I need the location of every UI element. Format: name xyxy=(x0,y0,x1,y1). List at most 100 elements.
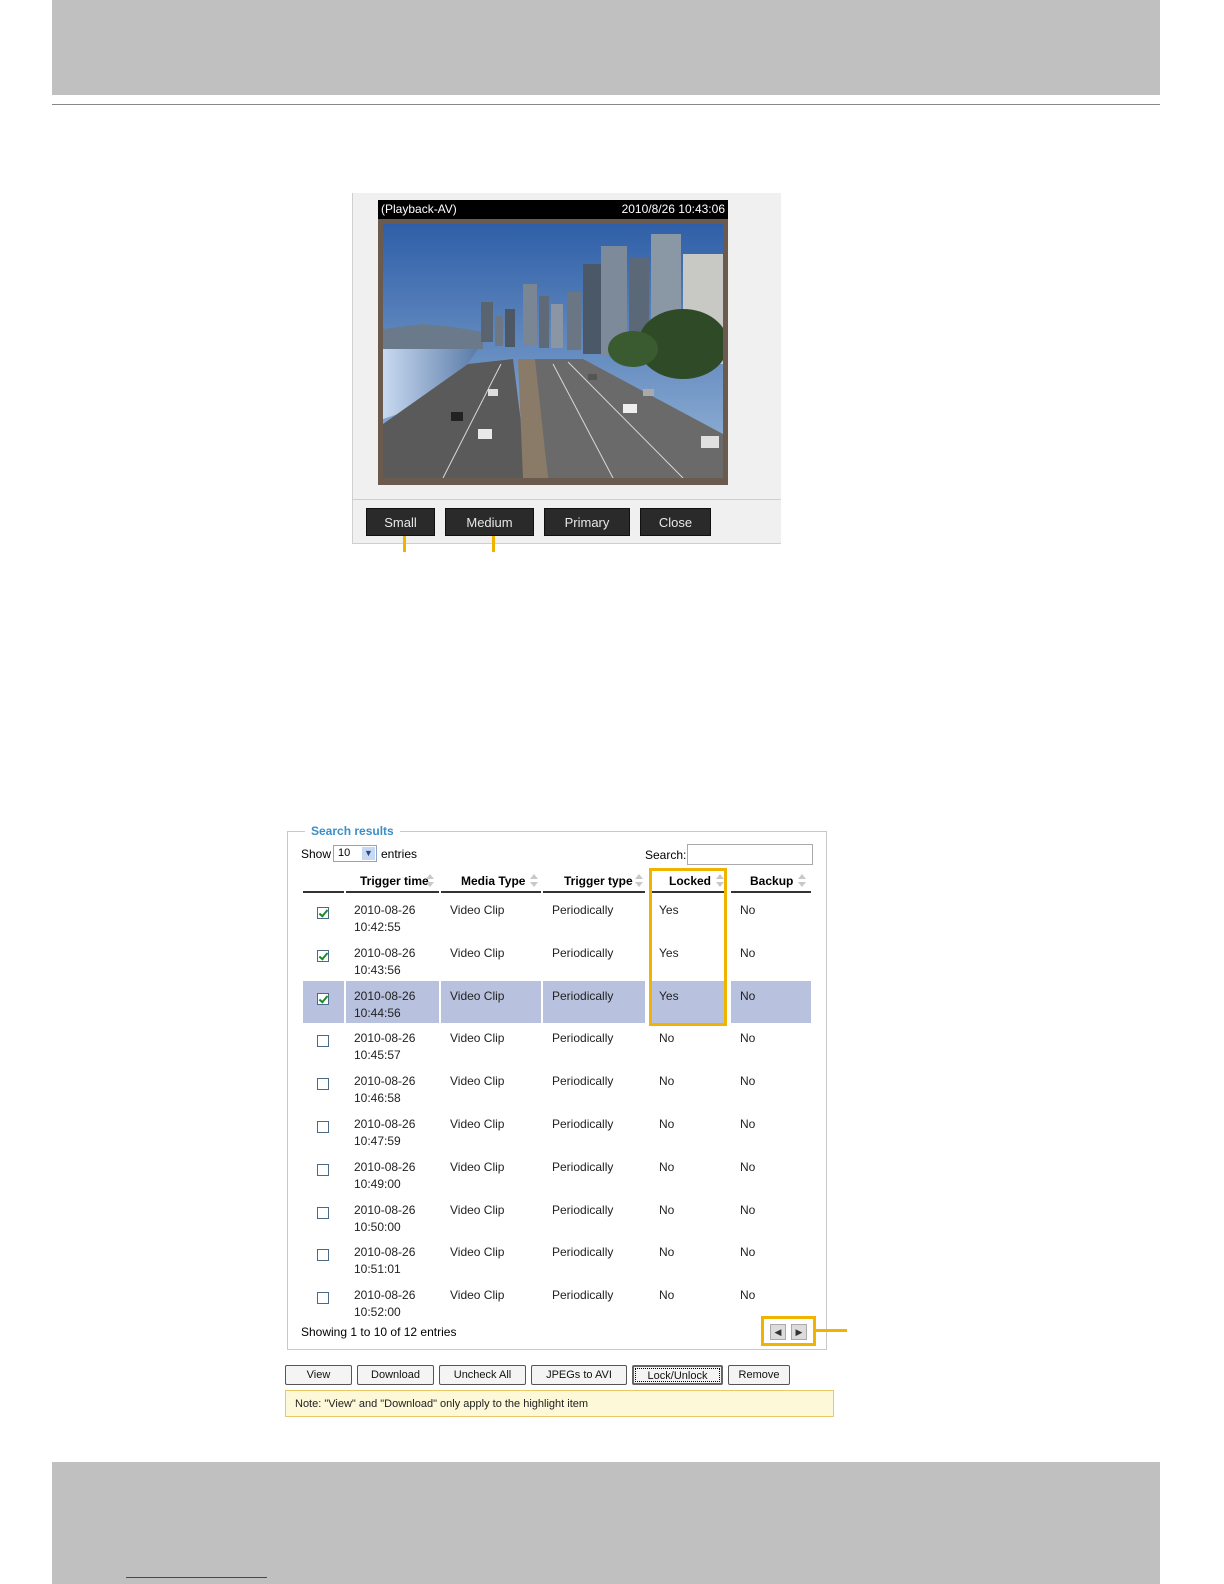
cell-media-type: Video Clip xyxy=(450,1117,505,1131)
cell-backup: No xyxy=(740,988,756,1003)
header-backup[interactable]: Backup xyxy=(750,872,793,890)
row-checkbox[interactable] xyxy=(317,1206,329,1219)
chevron-down-icon: ▼ xyxy=(362,847,375,860)
footer-link-underline[interactable] xyxy=(126,1577,267,1578)
header-rule xyxy=(543,891,645,893)
video-frame xyxy=(378,219,728,485)
entries-select[interactable]: 10 ▼ xyxy=(333,845,377,862)
video-image xyxy=(383,224,723,478)
table-row[interactable]: 2010-08-26 10:45:57 Video Clip Periodically… xyxy=(303,1023,811,1065)
close-button[interactable]: Close xyxy=(640,508,711,536)
header-rule xyxy=(441,891,541,893)
pager-callout-line xyxy=(816,1329,847,1332)
header-rule xyxy=(52,104,1160,105)
medium-callout-line xyxy=(492,536,495,552)
cell-trigger-date: 2010-08-26 xyxy=(354,1159,416,1174)
cell-trigger-time: 10:44:56 xyxy=(354,1005,401,1020)
search-label: Search: xyxy=(645,848,687,862)
cell-trigger-date: 2010-08-26 xyxy=(354,1074,416,1089)
sort-icon[interactable] xyxy=(798,874,806,888)
playback-timestamp: 2010/8/26 10:43:06 xyxy=(621,202,725,216)
table-row[interactable]: 2010-08-26 10:51:01 Video Clip Periodically… xyxy=(303,1237,811,1279)
playback-separator xyxy=(353,499,781,500)
download-button[interactable]: Download xyxy=(357,1365,434,1385)
cell-media-type: Video Clip xyxy=(450,1245,505,1260)
cell-trigger-time: 10:43:56 xyxy=(354,962,401,977)
jpegs-to-avi-button[interactable]: JPEGs to AVI xyxy=(531,1365,627,1385)
cell-locked: No xyxy=(659,1117,675,1131)
previous-page-icon[interactable]: ◀ xyxy=(770,1324,786,1340)
row-checkbox[interactable] xyxy=(317,1121,329,1133)
cell-trigger-date: 2010-08-26 xyxy=(354,1031,416,1046)
search-results-legend: Search results xyxy=(305,824,400,838)
medium-button[interactable]: Medium xyxy=(445,508,534,536)
cell-trigger-type: Periodically xyxy=(552,1288,614,1303)
cell-backup: No xyxy=(740,1288,756,1303)
primary-button[interactable]: Primary xyxy=(544,508,630,536)
table-row[interactable]: 2010-08-26 10:43:56 Video Clip Periodically… xyxy=(303,938,811,980)
sort-icon[interactable] xyxy=(426,874,434,888)
table-row[interactable]: 2010-08-26 10:42:55 Video Clip Periodically… xyxy=(303,895,811,937)
table-row[interactable]: 2010-08-26 10:44:56 Video Clip Periodically… xyxy=(303,980,811,1023)
table-row[interactable]: 2010-08-26 10:49:00 Video Clip Periodically… xyxy=(303,1152,811,1194)
cell-locked: No xyxy=(659,1202,675,1217)
cell-trigger-date: 2010-08-26 xyxy=(354,945,416,960)
cell-trigger-type: Periodically xyxy=(552,1074,614,1089)
cell-trigger-time: 10:45:57 xyxy=(354,1048,401,1063)
row-checkbox[interactable] xyxy=(317,1035,329,1048)
playback-window: (Playback-AV) 2010/8/26 10:43:06 Small M… xyxy=(352,193,781,544)
cell-backup: No xyxy=(740,945,756,960)
row-checkbox[interactable] xyxy=(317,907,329,919)
next-page-icon[interactable]: ▶ xyxy=(791,1324,807,1340)
entries-select-value: 10 xyxy=(338,847,351,859)
row-checkbox[interactable] xyxy=(317,1249,329,1262)
row-checkbox[interactable] xyxy=(317,1078,329,1091)
cell-trigger-time: 10:42:55 xyxy=(354,920,401,934)
header-media-type[interactable]: Media Type xyxy=(461,872,525,890)
sort-icon[interactable] xyxy=(635,874,643,888)
cell-trigger-type: Periodically xyxy=(552,945,614,960)
table-row[interactable]: 2010-08-26 10:52:00 Video Clip Periodically… xyxy=(303,1280,811,1322)
header-rule xyxy=(731,891,811,893)
table-row[interactable]: 2010-08-26 10:46:58 Video Clip Periodically… xyxy=(303,1066,811,1108)
header-rule xyxy=(303,891,344,893)
entries-summary: Showing 1 to 10 of 12 entries xyxy=(301,1325,457,1339)
header-rule xyxy=(346,891,439,893)
cell-media-type: Video Clip xyxy=(450,1074,505,1089)
playback-title-bar: (Playback-AV) 2010/8/26 10:43:06 xyxy=(378,200,728,219)
cell-media-type: Video Clip xyxy=(450,903,505,917)
cell-trigger-date: 2010-08-26 xyxy=(354,903,416,917)
cell-media-type: Video Clip xyxy=(450,1288,505,1303)
search-input[interactable] xyxy=(687,844,813,865)
cell-media-type: Video Clip xyxy=(450,1031,505,1046)
cell-backup: No xyxy=(740,1202,756,1217)
cell-trigger-time: 10:52:00 xyxy=(354,1305,401,1320)
cell-trigger-time: 10:49:00 xyxy=(354,1176,401,1191)
cell-locked: No xyxy=(659,1031,675,1046)
header-trigger-time[interactable]: Trigger time xyxy=(360,872,429,890)
lock-unlock-button[interactable]: Lock/Unlock xyxy=(632,1365,723,1385)
remove-button[interactable]: Remove xyxy=(728,1365,790,1385)
row-checkbox[interactable] xyxy=(317,1292,329,1305)
small-button[interactable]: Small xyxy=(366,508,435,536)
row-checkbox[interactable] xyxy=(317,949,329,962)
note-box: Note: "View" and "Download" only apply t… xyxy=(285,1390,834,1417)
cell-trigger-date: 2010-08-26 xyxy=(354,1245,416,1260)
playback-title: (Playback-AV) xyxy=(381,202,457,216)
row-checkbox[interactable] xyxy=(317,992,329,1005)
cell-locked: No xyxy=(659,1074,675,1089)
cell-trigger-time: 10:46:58 xyxy=(354,1091,401,1106)
view-button[interactable]: View xyxy=(285,1365,352,1385)
sort-icon[interactable] xyxy=(530,874,538,888)
uncheck-all-button[interactable]: Uncheck All xyxy=(439,1365,526,1385)
cell-trigger-type: Periodically xyxy=(552,1031,614,1046)
table-row[interactable]: 2010-08-26 10:47:59 Video Clip Periodically… xyxy=(303,1109,811,1151)
show-label: Show xyxy=(301,847,332,861)
header-trigger-type[interactable]: Trigger type xyxy=(564,872,633,890)
row-checkbox[interactable] xyxy=(317,1163,329,1176)
entries-label: entries xyxy=(381,847,418,861)
table-row[interactable]: 2010-08-26 10:50:00 Video Clip Periodically… xyxy=(303,1195,811,1237)
cell-media-type: Video Clip xyxy=(450,1202,505,1217)
cell-trigger-type: Periodically xyxy=(552,1117,614,1131)
header-band xyxy=(52,0,1160,95)
